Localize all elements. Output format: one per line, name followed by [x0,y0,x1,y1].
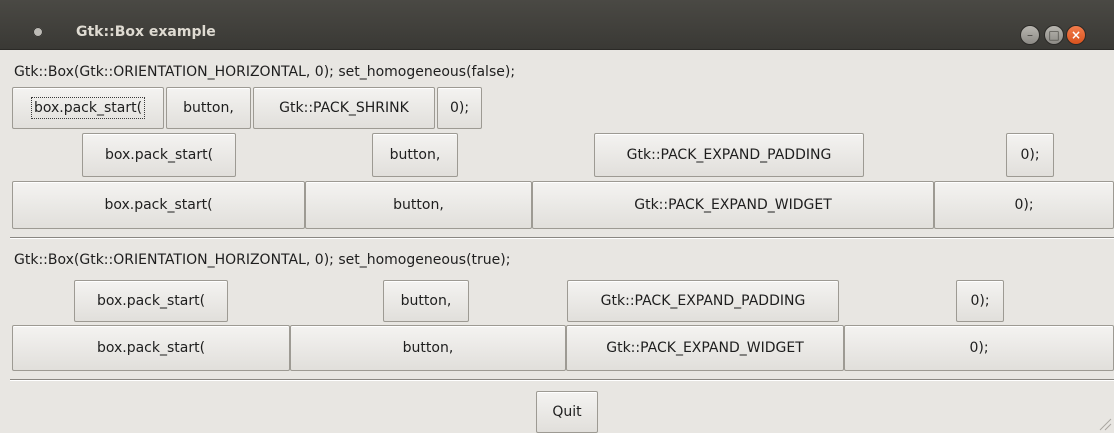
button-label: 0); [1020,147,1040,163]
button-label: button, [389,147,441,163]
row5-button-3[interactable]: Gtk::PACK_EXPAND_WIDGET [566,325,844,371]
button-label: Gtk::PACK_EXPAND_PADDING [600,293,806,309]
button-label: box.pack_start( [96,293,206,309]
button-label: box.pack_start( [30,97,146,119]
row3-button-2[interactable]: button, [305,181,532,229]
row1-button-1[interactable]: box.pack_start( [12,87,164,129]
row5-button-4[interactable]: 0); [844,325,1114,371]
row4-button-4[interactable]: 0); [956,280,1004,322]
row2-button-4[interactable]: 0); [1006,133,1054,177]
button-label: button, [183,100,234,116]
button-label: Gtk::PACK_EXPAND_PADDING [626,147,832,163]
separator [10,237,1114,239]
row4-button-2[interactable]: button, [383,280,469,322]
row3-button-1[interactable]: box.pack_start( [12,181,305,229]
row2-button-3[interactable]: Gtk::PACK_EXPAND_PADDING [594,133,864,177]
row3-button-4[interactable]: 0); [934,181,1114,229]
button-label: 0); [449,100,470,116]
quit-button[interactable]: Quit [536,391,598,433]
button-label: box.pack_start( [104,147,214,163]
button-label: 0); [969,340,989,356]
row1-button-2[interactable]: button, [166,87,251,129]
button-label: Gtk::PACK_EXPAND_WIDGET [634,197,832,213]
button-label: 0); [970,293,990,309]
button-label: 0); [1014,197,1034,213]
button-label: button, [393,197,444,213]
row5-button-1[interactable]: box.pack_start( [12,325,290,371]
window-titlebar[interactable]: Gtk::Box example – □ × [0,0,1114,50]
button-label: Quit [552,404,582,420]
row4-button-3[interactable]: Gtk::PACK_EXPAND_PADDING [567,280,839,322]
section2-label: Gtk::Box(Gtk::ORIENTATION_HORIZONTAL, 0)… [14,252,511,268]
button-label: box.pack_start( [96,340,206,356]
section1-label: Gtk::Box(Gtk::ORIENTATION_HORIZONTAL, 0)… [14,64,516,80]
button-label: Gtk::PACK_EXPAND_WIDGET [606,340,804,356]
maximize-button[interactable]: □ [1044,25,1064,45]
close-button[interactable]: × [1066,25,1086,45]
button-label: button, [400,293,452,309]
row2-button-1[interactable]: box.pack_start( [82,133,236,177]
button-label: box.pack_start( [104,197,213,213]
row2-button-2[interactable]: button, [372,133,458,177]
minimize-button[interactable]: – [1020,25,1040,45]
button-label: Gtk::PACK_SHRINK [279,100,409,116]
row5-button-2[interactable]: button, [290,325,566,371]
row1-button-3[interactable]: Gtk::PACK_SHRINK [253,87,435,129]
row3-button-3[interactable]: Gtk::PACK_EXPAND_WIDGET [532,181,934,229]
resize-grip-icon[interactable] [1098,417,1112,431]
row4-button-1[interactable]: box.pack_start( [74,280,228,322]
separator [10,379,1114,381]
button-label: button, [402,340,454,356]
window-title: Gtk::Box example [76,24,216,40]
row1-button-4[interactable]: 0); [437,87,482,129]
window-menu-icon[interactable] [33,27,43,37]
